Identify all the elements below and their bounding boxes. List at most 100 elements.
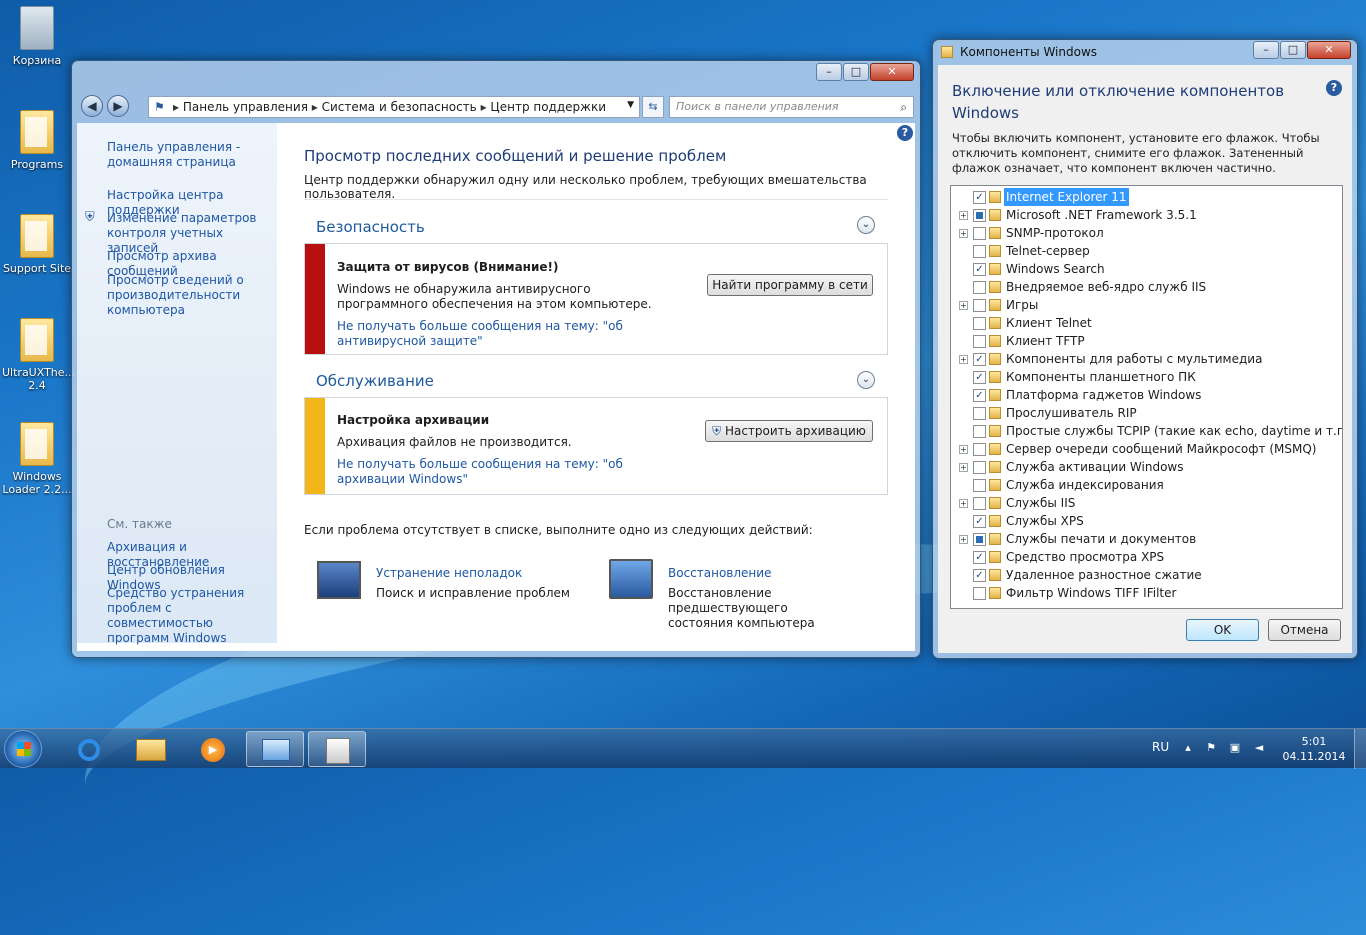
maximize-button[interactable]: □	[843, 63, 869, 81]
feature-item[interactable]: ✓ Платформа гаджетов Windows	[951, 386, 1342, 404]
close-button[interactable]: ✕	[870, 63, 914, 81]
feature-checkbox[interactable]	[973, 281, 986, 294]
expand-icon[interactable]: +	[959, 211, 968, 220]
minimize-button[interactable]: –	[1253, 41, 1279, 59]
refresh-button[interactable]: ⇆	[642, 96, 664, 118]
feature-checkbox[interactable]: ✓	[973, 371, 986, 384]
minimize-button[interactable]: –	[816, 63, 842, 81]
feature-checkbox[interactable]	[973, 443, 986, 456]
chevron-down-icon[interactable]: ⌄	[857, 216, 875, 234]
action-center-icon[interactable]: ⚑	[1204, 741, 1218, 755]
feature-item[interactable]: + Службы печати и документов	[951, 530, 1342, 548]
feature-checkbox[interactable]	[973, 587, 986, 600]
show-hidden-icons[interactable]: ▴	[1181, 741, 1195, 755]
see-also-compat-link[interactable]: Средство устранения проблем с совместимо…	[107, 586, 277, 646]
search-box[interactable]: Поиск в панели управления ⌕	[669, 96, 914, 118]
help-icon[interactable]: ?	[1326, 80, 1342, 96]
feature-checkbox[interactable]	[973, 461, 986, 474]
desktop-icon-programs[interactable]: Programs	[2, 110, 72, 171]
nav-performance-link[interactable]: Просмотр сведений о производительности к…	[107, 273, 277, 318]
help-icon[interactable]: ?	[897, 125, 913, 141]
feature-checkbox[interactable]: ✓	[973, 569, 986, 582]
volume-icon[interactable]: ◄	[1252, 741, 1266, 755]
desktop-icon-support-site[interactable]: Support Site	[2, 214, 72, 275]
chevron-down-icon[interactable]: ▼	[627, 100, 634, 110]
find-program-button[interactable]: Найти программу в сети	[707, 274, 873, 296]
nav-home-link[interactable]: Панель управления - домашняя страница	[107, 140, 277, 170]
expand-icon[interactable]: +	[959, 535, 968, 544]
expand-icon[interactable]: +	[959, 463, 968, 472]
feature-item[interactable]: Внедряемое веб-ядро служб IIS	[951, 278, 1342, 296]
expand-icon[interactable]: +	[959, 301, 968, 310]
feature-item[interactable]: + Служба активации Windows	[951, 458, 1342, 476]
feature-item[interactable]: Telnet-сервер	[951, 242, 1342, 260]
feature-item[interactable]: Фильтр Windows TIFF IFilter	[951, 584, 1342, 602]
feature-checkbox[interactable]	[973, 497, 986, 510]
maintenance-dismiss-link[interactable]: Не получать больше сообщения на тему: "о…	[337, 457, 667, 487]
feature-item[interactable]: ✓ Компоненты планшетного ПК	[951, 368, 1342, 386]
taskbar-features[interactable]	[308, 731, 366, 767]
feature-checkbox[interactable]	[973, 425, 986, 438]
feature-tree[interactable]: ✓ Internet Explorer 11 + Microsoft .NET Fra…	[950, 185, 1343, 609]
feature-item[interactable]: + Игры	[951, 296, 1342, 314]
taskbar-media-player[interactable]: ▶	[184, 731, 242, 767]
breadcrumb-item[interactable]: Панель управления	[183, 100, 308, 114]
network-icon[interactable]: ▣	[1228, 741, 1242, 755]
feature-checkbox[interactable]: ✓	[973, 515, 986, 528]
back-button[interactable]: ◀	[81, 95, 103, 117]
feature-checkbox[interactable]: ✓	[973, 551, 986, 564]
feature-checkbox[interactable]	[973, 407, 986, 420]
expand-icon[interactable]: +	[959, 499, 968, 508]
security-heading[interactable]: Безопасность	[316, 218, 425, 236]
feature-item[interactable]: Клиент TFTP	[951, 332, 1342, 350]
feature-item[interactable]: ✓ Службы XPS	[951, 512, 1342, 530]
recovery-link[interactable]: Восстановление	[668, 566, 771, 580]
desktop-icon-ultraux[interactable]: UltraUXThe... 2.4	[2, 318, 75, 392]
start-button[interactable]	[4, 730, 42, 768]
feature-item[interactable]: Служба индексирования	[951, 476, 1342, 494]
feature-item[interactable]: + Службы IIS	[951, 494, 1342, 512]
feature-item[interactable]: + Microsoft .NET Framework 3.5.1	[951, 206, 1342, 224]
address-bar[interactable]: ⚑ ▸ Панель управления ▸ Система и безопа…	[148, 96, 640, 118]
feature-checkbox[interactable]: ✓	[973, 263, 986, 276]
feature-checkbox[interactable]	[973, 479, 986, 492]
show-desktop-button[interactable]	[1354, 729, 1366, 769]
expand-icon[interactable]: +	[959, 445, 968, 454]
feature-checkbox[interactable]	[973, 227, 986, 240]
feature-checkbox[interactable]: ✓	[973, 389, 986, 402]
feature-checkbox[interactable]	[973, 335, 986, 348]
feature-item[interactable]: + ✓ Компоненты для работы с мультимедиа	[951, 350, 1342, 368]
feature-checkbox[interactable]: ✓	[973, 191, 986, 204]
expand-icon[interactable]: +	[959, 355, 968, 364]
feature-checkbox[interactable]	[973, 299, 986, 312]
feature-item[interactable]: Простые службы TCPIP (такие как echo, da…	[951, 422, 1342, 440]
ok-button[interactable]: OK	[1186, 619, 1259, 641]
feature-checkbox[interactable]	[973, 317, 986, 330]
feature-item[interactable]: + Сервер очереди сообщений Майкрософт (MS…	[951, 440, 1342, 458]
feature-checkbox[interactable]	[973, 245, 986, 258]
feature-item[interactable]: + SNMP-протокол	[951, 224, 1342, 242]
forward-button[interactable]: ▶	[107, 95, 129, 117]
feature-checkbox[interactable]	[973, 533, 986, 546]
feature-checkbox[interactable]: ✓	[973, 353, 986, 366]
taskbar-explorer[interactable]	[122, 731, 180, 767]
maximize-button[interactable]: □	[1280, 41, 1306, 59]
search-input[interactable]: Поиск в панели управления	[676, 100, 839, 113]
chevron-down-icon[interactable]: ⌄	[857, 371, 875, 389]
feature-item[interactable]: Клиент Telnet	[951, 314, 1342, 332]
setup-backup-button[interactable]: ⛨ Настроить архивацию	[705, 420, 873, 442]
feature-item[interactable]: ✓ Удаленное разностное сжатие	[951, 566, 1342, 584]
breadcrumb-item[interactable]: Система и безопасность	[322, 100, 477, 114]
desktop-icon-recycle-bin[interactable]: Корзина	[2, 6, 72, 67]
troubleshoot-link[interactable]: Устранение неполадок	[376, 566, 522, 580]
maintenance-heading[interactable]: Обслуживание	[316, 372, 434, 390]
language-indicator[interactable]: RU	[1152, 740, 1169, 754]
expand-icon[interactable]: +	[959, 229, 968, 238]
security-dismiss-link[interactable]: Не получать больше сообщения на тему: "о…	[337, 319, 637, 349]
breadcrumb-item[interactable]: Центр поддержки	[490, 100, 606, 114]
cancel-button[interactable]: Отмена	[1268, 619, 1341, 641]
clock[interactable]: 5:01 04.11.2014	[1282, 734, 1346, 764]
feature-checkbox[interactable]	[973, 209, 986, 222]
feature-item[interactable]: ✓ Windows Search	[951, 260, 1342, 278]
taskbar-ie[interactable]	[60, 731, 118, 767]
